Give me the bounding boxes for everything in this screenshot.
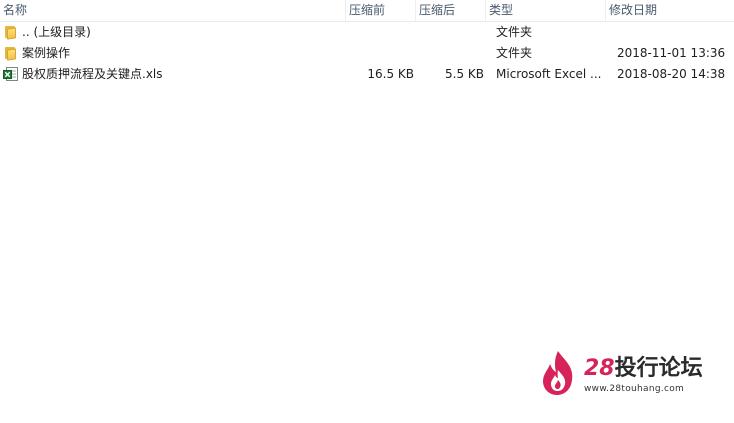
column-header-name[interactable]: 名称 [0, 0, 346, 21]
column-header-bar: 名称 压缩前 压缩后 类型 修改日期 [0, 0, 734, 22]
watermark-url: www.28touhang.com [584, 384, 685, 394]
watermark-brand: 28投行论坛 [584, 356, 703, 382]
excel-file-icon [3, 66, 19, 82]
folder-icon [3, 45, 19, 61]
archive-file-list-window: 名称 压缩前 压缩后 类型 修改日期 .. (上级目录) 文件夹 案例操作 文件… [0, 0, 734, 423]
watermark-brand-text: 投行论坛 [614, 356, 703, 381]
file-original-size [416, 22, 484, 43]
file-type: 文件夹 [496, 25, 533, 39]
file-name: .. (上级目录) [22, 25, 91, 39]
flame-logo-icon [543, 351, 573, 395]
column-header-compressed-label: 压缩前 [349, 3, 386, 17]
file-name: 股权质押流程及关键点.xls [22, 67, 163, 81]
file-type: Microsoft Excel ... [496, 67, 602, 81]
column-header-type-label: 类型 [489, 3, 514, 17]
file-compressed-size [346, 22, 414, 43]
file-modified-date: 2018-08-20 14:38 [617, 67, 726, 81]
file-modified-date [617, 22, 734, 43]
file-row-excel[interactable]: 股权质押流程及关键点.xls 16.5 KB 5.5 KB Microsoft … [0, 64, 734, 85]
watermark-brand-number: 28 [584, 356, 615, 381]
column-header-modified-label: 修改日期 [609, 3, 658, 17]
file-original-size [416, 43, 484, 64]
file-row-parent-directory[interactable]: .. (上级目录) 文件夹 [0, 22, 734, 43]
file-type: 文件夹 [496, 46, 533, 60]
file-compressed-size [346, 43, 414, 64]
column-header-compressed[interactable]: 压缩前 [346, 0, 416, 21]
watermark-logo: 28投行论坛 www.28touhang.com [540, 350, 720, 400]
file-compressed-size: 16.5 KB [367, 67, 414, 81]
file-list: .. (上级目录) 文件夹 案例操作 文件夹 2018-11-01 13:36 [0, 22, 734, 85]
file-modified-date: 2018-11-01 13:36 [617, 46, 726, 60]
file-original-size: 5.5 KB [445, 67, 484, 81]
column-header-modified[interactable]: 修改日期 [606, 0, 734, 21]
column-header-original[interactable]: 压缩后 [416, 0, 486, 21]
file-name: 案例操作 [22, 46, 71, 60]
column-header-type[interactable]: 类型 [486, 0, 606, 21]
column-header-name-label: 名称 [3, 3, 28, 17]
folder-icon [3, 24, 19, 40]
column-header-original-label: 压缩后 [419, 3, 456, 17]
file-row-case-folder[interactable]: 案例操作 文件夹 2018-11-01 13:36 [0, 43, 734, 64]
